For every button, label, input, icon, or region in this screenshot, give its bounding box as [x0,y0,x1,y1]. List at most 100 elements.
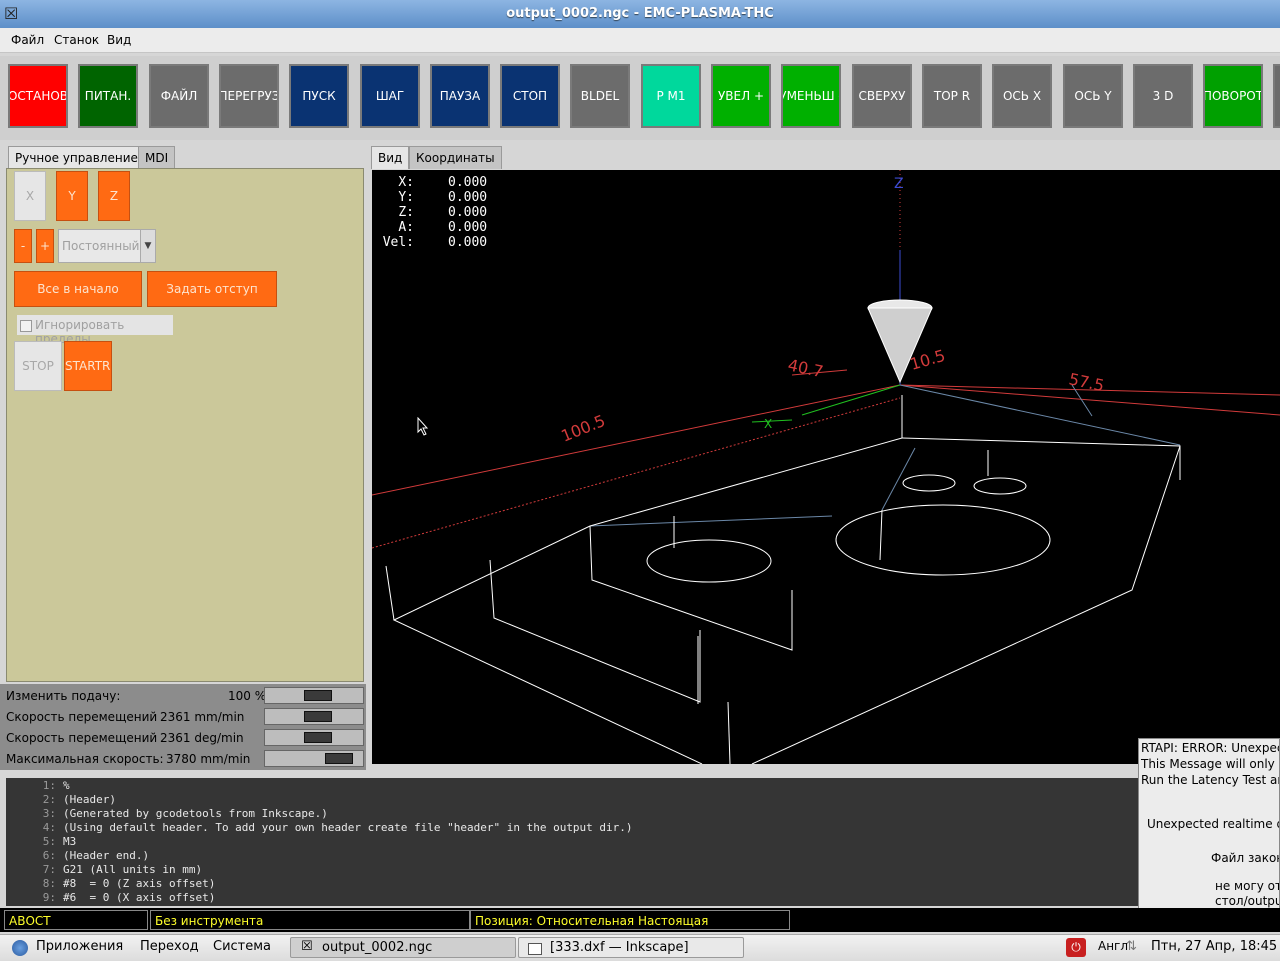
task-inkscape[interactable]: [333.dxf — Inkscape] [518,937,744,958]
toolbar-button-10[interactable]: УВЕЛ + [711,64,771,128]
error-line: стол/output_ [1215,894,1279,908]
network-icon[interactable]: ⇅ [1126,939,1137,954]
extent-line [372,397,901,549]
menu-applications[interactable]: Приложения [36,939,123,954]
toolbar-button-3[interactable]: ПЕРЕГРУЗ [219,64,279,128]
jog-plus-button[interactable]: + [36,229,54,263]
gcode-line[interactable]: 1:% [6,779,70,793]
jog-speed-row: Скорость перемещений 2361 mm/min [0,707,366,727]
extent-line [372,384,901,496]
toolbar-button-5[interactable]: ШАГ [360,64,420,128]
ignore-limits-row: Игнорировать пределы [17,315,173,346]
slider-knob[interactable] [304,732,332,743]
toolbar-button-15[interactable]: ОСЬ Y [1063,64,1123,128]
ignore-limits-checkbox[interactable] [20,320,32,332]
menu-system[interactable]: Система [213,939,271,954]
home-all-button[interactable]: Все в начало [14,271,142,307]
touch-off-button[interactable]: Задать отступ [147,271,277,307]
gcode-line[interactable]: 9: #6 = 0 (X axis offset) [6,891,216,905]
toolbar-button-12[interactable]: СВЕРХУ [852,64,912,128]
toolbar-button-11[interactable]: УМЕНЬШ - [781,64,841,128]
stop-button[interactable]: STOP [14,341,62,391]
axis-x-button[interactable]: X [14,171,46,221]
toolbar-button-1[interactable]: ПИТАН. [78,64,138,128]
toolbar-button-14[interactable]: ОСЬ X [992,64,1052,128]
hole-circle [646,539,772,583]
power-icon[interactable]: ⏻ [1066,938,1086,957]
gcode-line-text: (Header end.) [63,849,150,862]
task-output-ngc[interactable]: ☒ output_0002.ngc [290,937,516,958]
tab-mdi[interactable]: MDI [138,146,176,169]
dim-label-c: 57.5 [1067,369,1106,395]
toolbar-button-4[interactable]: ПУСК [289,64,349,128]
travel-line [899,384,1181,446]
preview-3d-canvas[interactable]: X: 0.000 Y: 0.000 Z: 0.000 A: 0.000 Vel: 0.000 10… [372,170,1280,764]
angular-jog-speed-slider[interactable] [264,729,364,746]
gcode-line[interactable]: 2: (Header) [6,793,116,807]
tab-coordinates[interactable]: Координаты [409,146,502,169]
toolbar-button-13[interactable]: TOP R [922,64,982,128]
gcode-line-number: 5: [42,835,56,848]
tab-view[interactable]: Вид [371,146,410,169]
gcode-line[interactable]: 4: (Using default header. To add your own… [6,821,633,835]
menu-places[interactable]: Переход [140,939,199,954]
max-velocity-slider[interactable] [264,750,364,767]
part-outline [392,437,903,764]
menu-view[interactable]: Вид [107,33,131,47]
travel-line [881,447,916,511]
toolbar-button-6[interactable]: ПАУЗА [430,64,490,128]
feed-override-row: Изменить подачу: 100 % [0,686,366,706]
tab-manual[interactable]: Ручное управление [8,146,145,169]
feed-override-panel: Изменить подачу: 100 % Скорость перемеще… [0,684,366,770]
menu-machine[interactable]: Станок [54,33,99,47]
part-edge [727,701,731,764]
toolbar-button-18[interactable]: О [1273,64,1280,128]
gcode-line-number: 7: [42,863,56,876]
angular-jog-speed-label: Скорость перемещений [6,731,158,745]
jog-mode-select[interactable]: Постоянный ▼ [58,229,156,263]
jog-minus-button[interactable]: - [14,229,32,263]
axis-z-button[interactable]: Z [98,171,130,221]
keyboard-layout[interactable]: Англ [1098,939,1128,953]
gcode-line[interactable]: 3: (Generated by gcodetools from Inkscape… [6,807,328,821]
gcode-listing[interactable]: 1:% 2: (Header) 3: (Generated by gcodetools … [6,778,1140,906]
clock[interactable]: Птн, 27 Апр, 18:45 [1151,939,1277,954]
gcode-line-text: #6 = 0 (X axis offset) [63,891,216,904]
gcode-line-text: #8 = 0 (Z axis offset) [63,877,216,890]
jog-speed-slider[interactable] [264,708,364,725]
gcode-line-number: 4: [42,821,56,834]
manual-control-panel: X Y Z - + Постоянный ▼ Все в начало Зада… [6,168,364,682]
z-axis-label: Z [894,176,904,192]
toolbar-button-17[interactable]: ПОВОРОТ [1203,64,1263,128]
toolbar-button-16[interactable]: 3 D [1133,64,1193,128]
chevron-down-icon[interactable]: ▼ [140,230,155,262]
toolbar-button-7[interactable]: СТОП [500,64,560,128]
dim-label-a: 100.5 [558,411,608,446]
window-title: output_0002.ngc - EMC-PLASMA-THC [506,6,774,21]
error-line: Файл закон [1211,851,1280,865]
toolbar-button-2[interactable]: ФАЙЛ [149,64,209,128]
angular-jog-speed-row: Скорость перемещений 2361 deg/min [0,728,366,748]
toolbar-button-9[interactable]: P M1 [641,64,701,128]
gnome-foot-icon[interactable] [12,940,28,956]
feed-override-slider[interactable] [264,687,364,704]
gcode-line[interactable]: 7: G21 (All units in mm) [6,863,202,877]
start-button[interactable]: STARTR [64,341,112,391]
tool-field: Без инструмента [150,910,470,930]
gcode-line[interactable]: 8: #8 = 0 (Z axis offset) [6,877,216,891]
slider-knob[interactable] [304,690,332,701]
dim-label-b: 40.7 [786,355,825,381]
toolbar-button-0[interactable]: ОСТАНОВ [8,64,68,128]
slider-knob[interactable] [325,753,353,764]
gcode-line-number: 8: [42,877,56,890]
menu-file[interactable]: Файл [11,33,44,47]
gcode-line[interactable]: 6: (Header end.) [6,849,149,863]
gcode-line-number: 9: [42,891,56,904]
axis-y-button[interactable]: Y [56,171,88,221]
slider-knob[interactable] [304,711,332,722]
gcode-line-text: M3 [63,835,77,848]
toolbar-button-8[interactable]: BLDEL [570,64,630,128]
machine-state-field: АВОСТ [4,910,148,930]
gcode-line[interactable]: 5: M3 [6,835,77,849]
task-label: [333.dxf — Inkscape] [550,940,689,955]
